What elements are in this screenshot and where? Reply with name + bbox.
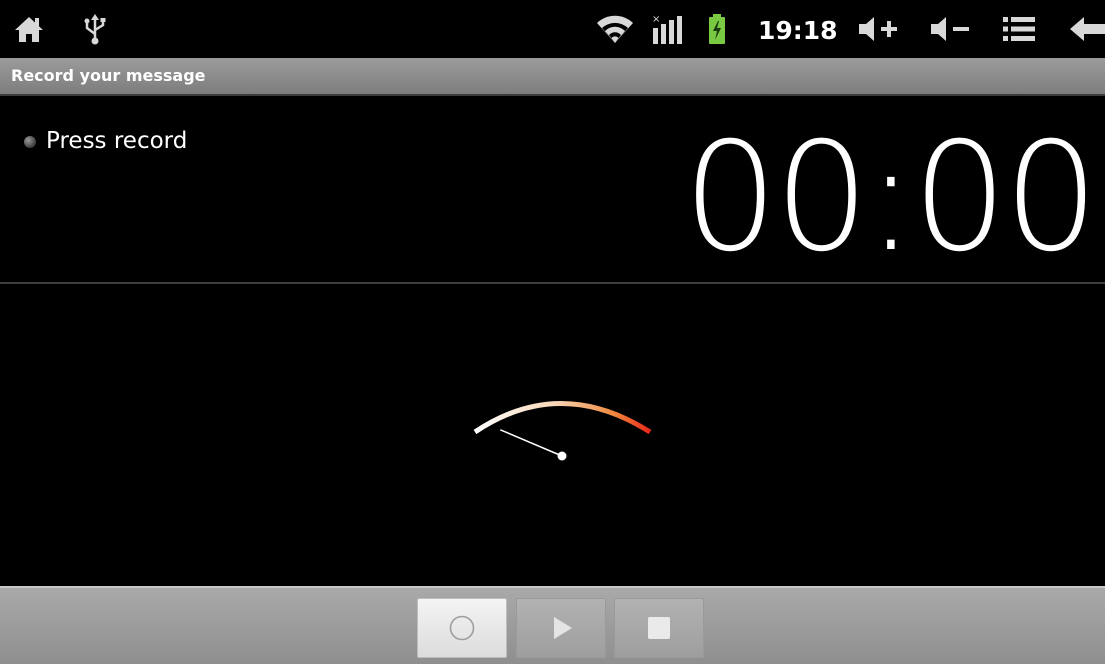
recording-indicator-led (24, 136, 36, 148)
recorder-screen: × 19:18 Record your message Press record… (0, 0, 1105, 664)
recording-state-text: Press record (46, 128, 188, 154)
volume-down-icon[interactable] (928, 0, 972, 58)
page-title: Record your message (11, 66, 206, 85)
svg-text:×: × (652, 14, 660, 25)
vu-meter-scale-arc (473, 401, 652, 435)
menu-icon[interactable] (1000, 0, 1038, 58)
battery-charging-icon (706, 0, 728, 58)
stop-icon (648, 617, 670, 639)
usb-icon (82, 0, 108, 58)
signal-icon: × (650, 0, 686, 58)
elapsed-time-display: 00:00 (682, 111, 1099, 285)
stop-button[interactable] (614, 598, 704, 658)
vu-meter (460, 380, 670, 480)
record-icon (449, 615, 475, 641)
status-bar: × 19:18 (0, 0, 1105, 58)
play-icon (554, 617, 572, 639)
volume-up-icon[interactable] (856, 0, 900, 58)
vu-meter-pivot (557, 451, 567, 461)
home-icon[interactable] (12, 0, 46, 58)
clock-text: 19:18 (758, 16, 838, 45)
title-bar: Record your message (0, 58, 1105, 96)
play-button[interactable] (516, 598, 606, 658)
record-button[interactable] (417, 598, 507, 658)
back-icon[interactable] (1068, 0, 1105, 58)
wifi-icon (594, 0, 636, 58)
vu-meter-needle (500, 429, 563, 457)
